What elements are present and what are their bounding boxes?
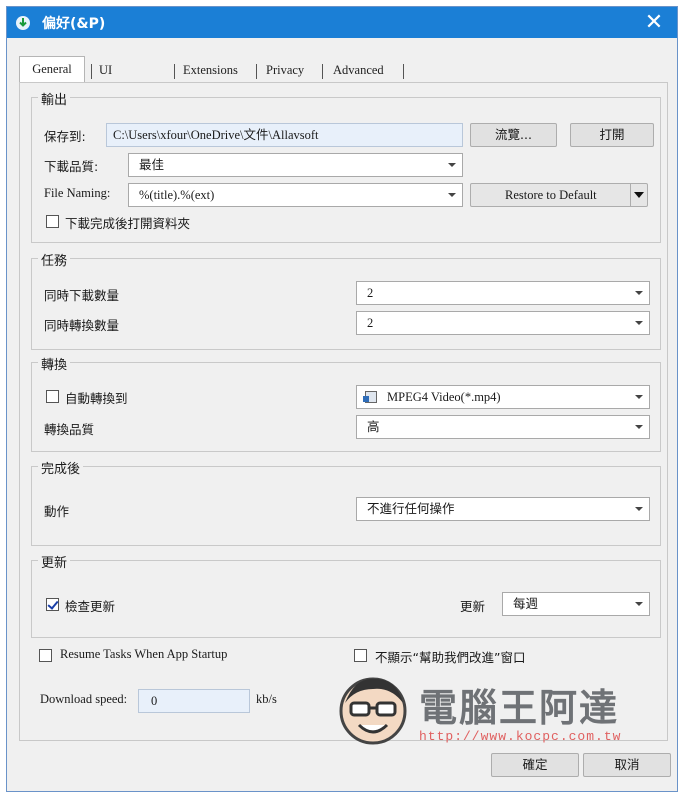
convert-format-value: MPEG4 Video(*.mp4) <box>387 390 501 404</box>
update-group: 更新 檢查更新 更新 每週 <box>31 552 661 638</box>
quality-select-value: 最佳 <box>139 157 165 172</box>
watermark-text: 電腦王阿達 <box>419 686 620 730</box>
hide-help-window-label: 不顯示“幫助我們改進”窗口 <box>375 650 526 665</box>
file-naming-select-value: %(title).%(ext) <box>139 188 215 202</box>
tab-extensions[interactable]: Extensions <box>183 59 238 81</box>
chevron-down-icon <box>635 425 643 429</box>
after-complete-group-title: 完成後 <box>38 458 84 477</box>
close-icon[interactable]: ✕ <box>631 7 677 38</box>
restore-default-button[interactable]: Restore to Default <box>470 183 648 207</box>
chevron-down-icon <box>635 291 643 295</box>
check-update-checkbox[interactable] <box>46 598 59 611</box>
update-group-title: 更新 <box>38 552 71 571</box>
update-frequency-label: 更新 <box>460 599 486 614</box>
tab-separator <box>256 64 257 79</box>
auto-convert-label: 自動轉換到 <box>65 391 128 406</box>
ok-button[interactable]: 確定 <box>491 753 579 777</box>
tasks-group: 任務 同時下載數量 2 同時轉換數量 2 <box>31 250 661 350</box>
action-label: 動作 <box>44 504 70 519</box>
watermark-url: http://www.kocpc.com.tw <box>419 729 622 744</box>
download-speed-unit: kb/s <box>256 692 277 706</box>
file-naming-label: File Naming: <box>44 186 111 200</box>
title-bar: 偏好(&P) ✕ <box>7 7 677 38</box>
tab-separator <box>91 64 92 79</box>
open-folder-checkbox[interactable] <box>46 215 59 228</box>
chevron-down-icon <box>448 163 456 167</box>
dropdown-arrow-icon[interactable] <box>630 184 647 206</box>
convert-quality-label: 轉換品質 <box>44 422 95 437</box>
check-update-label: 檢查更新 <box>65 599 116 614</box>
tab-advanced[interactable]: Advanced <box>333 59 384 81</box>
concurrent-downloads-value: 2 <box>367 286 374 300</box>
cancel-button[interactable]: 取消 <box>583 753 671 777</box>
auto-convert-checkbox[interactable] <box>46 390 59 403</box>
concurrent-conversions-value: 2 <box>367 316 374 330</box>
action-select[interactable]: 不進行任何操作 <box>356 497 650 521</box>
download-speed-label: Download speed: <box>40 692 128 706</box>
resume-tasks-label: Resume Tasks When App Startup <box>60 647 228 661</box>
convert-format-select[interactable]: MPEG4 Video(*.mp4) <box>356 385 650 409</box>
browse-button[interactable]: 流覽... <box>470 123 557 147</box>
tab-privacy[interactable]: Privacy <box>266 59 304 81</box>
restore-default-label: Restore to Default <box>505 188 597 202</box>
concurrent-downloads-label: 同時下載數量 <box>44 288 120 303</box>
convert-group: 轉換 自動轉換到 MPEG4 Video(*.mp4) 轉換品質 高 <box>31 354 661 452</box>
after-complete-group: 完成後 動作 不進行任何操作 <box>31 458 661 546</box>
mascot-logo-icon <box>339 677 407 745</box>
video-file-icon <box>363 391 377 403</box>
window-title: 偏好(&P) <box>42 16 106 32</box>
convert-group-title: 轉換 <box>38 354 71 373</box>
update-frequency-value: 每週 <box>513 596 539 611</box>
hide-help-window-checkbox[interactable] <box>354 649 367 662</box>
convert-quality-select[interactable]: 高 <box>356 415 650 439</box>
chevron-down-icon <box>635 602 643 606</box>
download-speed-input[interactable]: 0 <box>138 689 250 713</box>
tab-separator <box>174 64 175 79</box>
resume-tasks-checkbox[interactable] <box>39 649 52 662</box>
general-panel: 輸出 保存到: C:\Users\xfour\OneDrive\文件\Allav… <box>19 82 668 741</box>
chevron-down-icon <box>448 193 456 197</box>
quality-select[interactable]: 最佳 <box>128 153 463 177</box>
tab-general[interactable]: General <box>19 56 85 83</box>
open-folder-button[interactable]: 打開 <box>570 123 654 147</box>
output-group: 輸出 保存到: C:\Users\xfour\OneDrive\文件\Allav… <box>31 89 661 243</box>
save-path-field[interactable]: C:\Users\xfour\OneDrive\文件\Allavsoft <box>106 123 463 147</box>
tab-ui-settings[interactable]: UI Settings <box>99 59 139 99</box>
concurrent-conversions-label: 同時轉換數量 <box>44 318 120 333</box>
update-frequency-select[interactable]: 每週 <box>502 592 650 616</box>
chevron-down-icon <box>635 507 643 511</box>
concurrent-conversions-select[interactable]: 2 <box>356 311 650 335</box>
action-select-value: 不進行任何操作 <box>367 501 455 516</box>
tab-separator <box>322 64 323 79</box>
open-folder-checkbox-label: 下載完成後打開資料夾 <box>65 216 191 231</box>
tab-separator <box>403 64 404 79</box>
tasks-group-title: 任務 <box>38 250 71 269</box>
quality-label: 下載品質: <box>44 159 99 174</box>
chevron-down-icon <box>635 321 643 325</box>
concurrent-downloads-select[interactable]: 2 <box>356 281 650 305</box>
save-to-label: 保存到: <box>44 129 86 144</box>
file-naming-select[interactable]: %(title).%(ext) <box>128 183 463 207</box>
output-group-title: 輸出 <box>38 89 71 108</box>
convert-quality-value: 高 <box>367 419 380 434</box>
app-download-icon <box>16 16 30 30</box>
chevron-down-icon <box>635 395 643 399</box>
watermark: 電腦王阿達 http://www.kocpc.com.tw <box>335 673 635 749</box>
